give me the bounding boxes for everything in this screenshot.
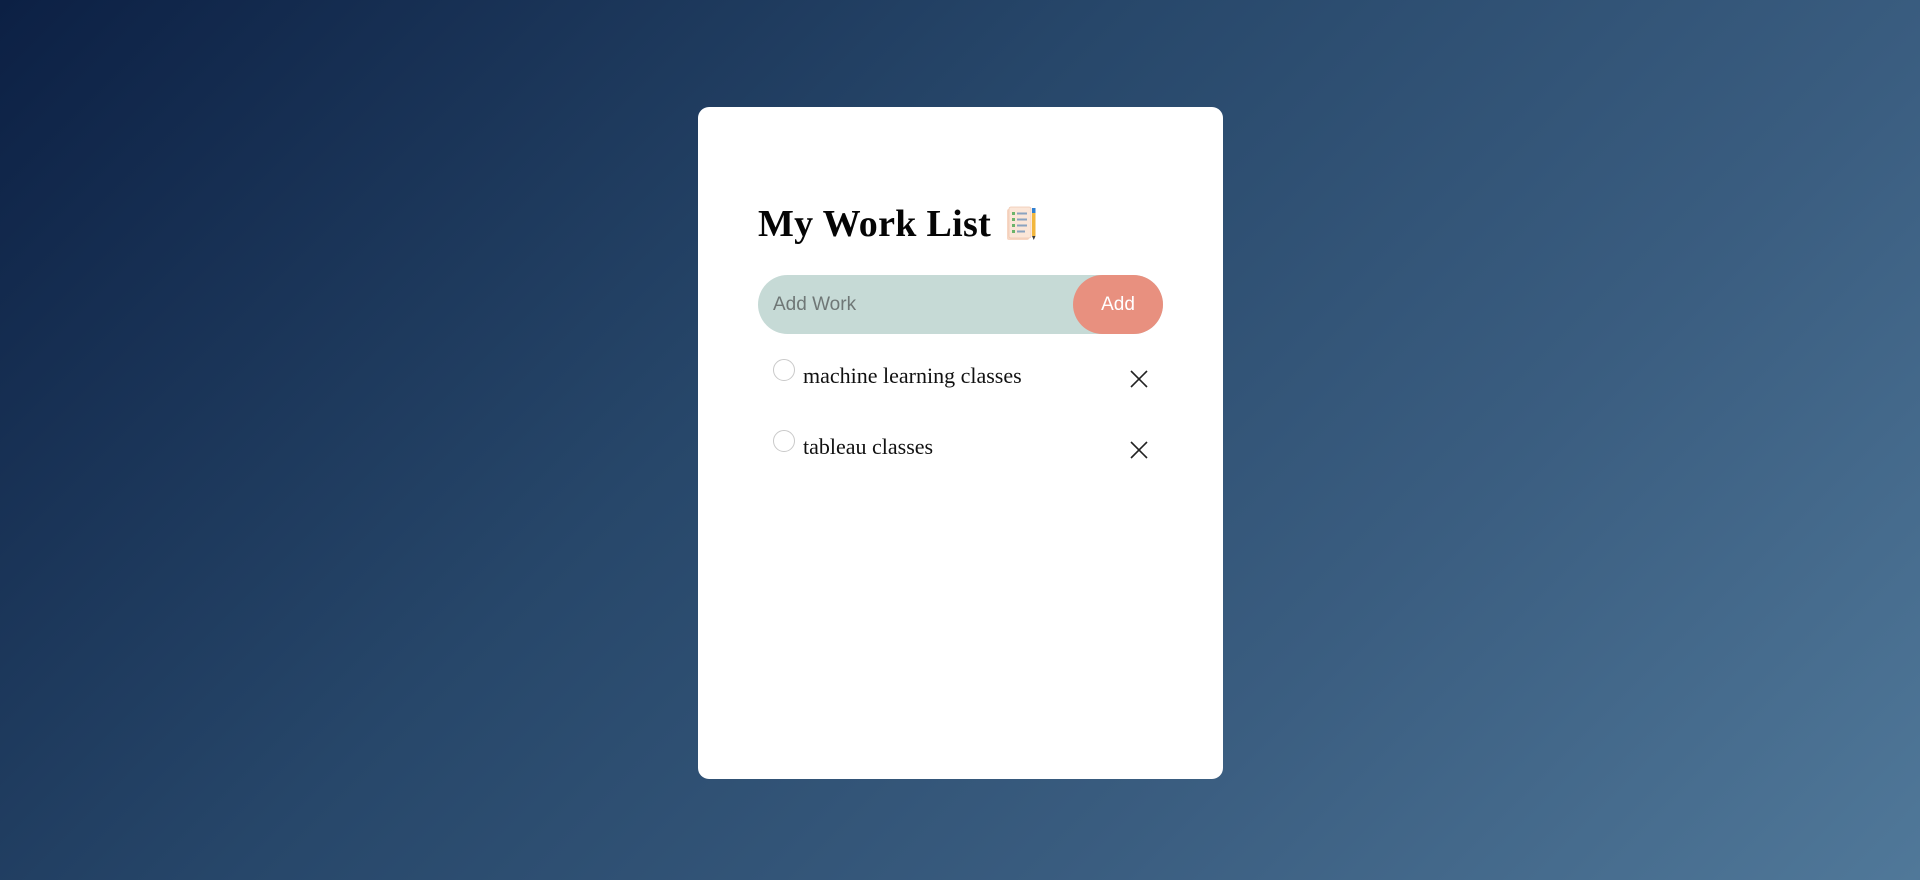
add-work-form: Add — [758, 275, 1163, 334]
task-list: machine learning classes tableau classes — [758, 353, 1163, 495]
add-work-input[interactable] — [758, 275, 1073, 334]
close-icon[interactable] — [1129, 369, 1149, 389]
add-button[interactable]: Add — [1073, 275, 1163, 334]
title-row: My Work List — [758, 197, 1163, 251]
close-icon[interactable] — [1129, 440, 1149, 460]
todo-card: My Work List Add m — [698, 107, 1223, 779]
clipboard-list-icon — [1005, 206, 1037, 242]
page-title: My Work List — [758, 203, 992, 245]
circle-check-icon[interactable] — [773, 359, 795, 381]
task-text: tableau classes — [803, 434, 934, 459]
list-item[interactable]: machine learning classes — [758, 353, 1163, 424]
list-item[interactable]: tableau classes — [758, 424, 1163, 495]
task-text: machine learning classes — [803, 363, 1022, 388]
circle-check-icon[interactable] — [773, 430, 795, 452]
